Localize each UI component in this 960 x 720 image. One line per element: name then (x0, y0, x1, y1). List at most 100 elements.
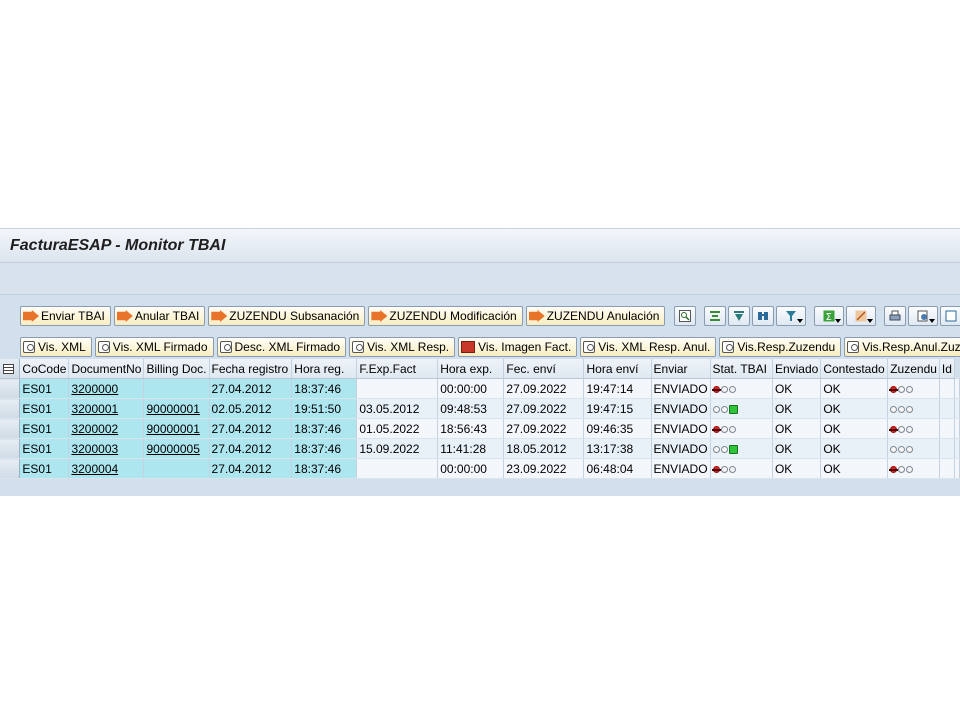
cell-documentno-link[interactable]: 3200003 (71, 442, 118, 456)
col-header-cocode[interactable]: CoCode (19, 359, 70, 379)
vis-xml-button[interactable]: Vis. XML (20, 337, 92, 357)
cell-hora-envi: 06:48:04 (583, 458, 652, 479)
cell-hora-reg: 19:51:50 (291, 398, 358, 419)
desc-xml-firmado-button[interactable]: Desc. XML Firmado (216, 337, 347, 357)
zuzendu-traffic-light-icon (889, 385, 914, 393)
film-icon (461, 341, 476, 353)
vis-xml-firmado-button[interactable]: Vis. XML Firmado (94, 337, 214, 357)
col-header-documentno[interactable]: DocumentNo (68, 359, 145, 379)
cell-billing-doc-link[interactable]: 90000001 (146, 422, 199, 436)
status-traffic-light-icon (711, 465, 736, 473)
layout-select-cell[interactable] (0, 359, 21, 379)
table-row[interactable]: ES01 3200001 90000001 02.05.2012 19:51:50 03.… (0, 398, 960, 419)
cell-billing-doc-link[interactable]: 90000001 (146, 402, 199, 416)
cell-stat-tbai (710, 418, 773, 439)
cell-billing-doc: 90000001 (143, 418, 210, 439)
col-header-hora-envi[interactable]: Hora enví (583, 359, 652, 379)
sum-button[interactable]: Σ (814, 306, 845, 326)
vis-resp-anul-zuze-button[interactable]: Vis.Resp.Anul.Zuze (844, 337, 960, 357)
row-selector[interactable] (0, 378, 21, 399)
table-row[interactable]: ES01 3200002 90000001 27.04.2012 18:37:46 01.… (0, 418, 960, 439)
col-header-hora-exp[interactable]: Hora exp. (437, 359, 505, 379)
button-label: Vis. XML Resp. Anul. (598, 340, 711, 354)
col-header-id[interactable]: Id (939, 359, 956, 379)
subtotal-button[interactable] (846, 306, 877, 326)
button-label: Anular TBAI (134, 309, 200, 323)
cell-documentno: 3200003 (68, 438, 145, 459)
cell-enviado: OK (772, 398, 822, 419)
vis-xml-resp-button[interactable]: Vis. XML Resp. (349, 337, 456, 357)
button-label: Vis. XML Firmado (112, 340, 208, 354)
table-body: ES01 3200000 27.04.2012 18:37:46 00:00:00 27.… (0, 378, 960, 479)
anular-tbai-button[interactable]: Anular TBAI (113, 306, 206, 326)
cell-hora-exp: 11:41:28 (437, 438, 505, 459)
col-header-contestado[interactable]: Contestado (820, 359, 889, 379)
custom-toolbar: Vis. XML Vis. XML Firmado Desc. XML Firm… (20, 337, 960, 359)
zuzendu-anulacion-button[interactable]: ZUZENDU Anulación (525, 306, 666, 326)
cell-documentno-link[interactable]: 3200004 (71, 462, 118, 476)
cell-billing-doc-link[interactable]: 90000005 (146, 442, 199, 456)
cell-hora-exp: 00:00:00 (437, 458, 505, 479)
row-selector[interactable] (0, 398, 21, 419)
col-header-billing-doc[interactable]: Billing Doc. (143, 359, 210, 379)
cell-billing-doc (143, 378, 210, 399)
vis-resp-zuzendu-button[interactable]: Vis.Resp.Zuzendu (719, 337, 842, 357)
cell-hora-reg: 18:37:46 (291, 418, 358, 439)
results-table: CoCode DocumentNo Billing Doc. Fecha reg… (0, 359, 960, 479)
table-row[interactable]: ES01 3200004 27.04.2012 18:37:46 00:00:00 23.… (0, 458, 960, 479)
row-selector[interactable] (0, 438, 21, 459)
col-header-zuzendu[interactable]: Zuzendu (887, 359, 940, 379)
sort-ascending-button[interactable] (704, 306, 727, 326)
cell-contestado: OK (820, 458, 889, 479)
col-header-f-exp-fact[interactable]: F.Exp.Fact (356, 359, 439, 379)
glasses-icon (722, 341, 735, 353)
export-button[interactable] (908, 306, 939, 326)
col-header-enviar[interactable]: Enviar (651, 359, 711, 379)
glasses-icon (352, 341, 365, 353)
col-header-stat-tbai[interactable]: Stat. TBAI (710, 359, 773, 379)
arrow-icon (211, 310, 228, 322)
table-row[interactable]: ES01 3200000 27.04.2012 18:37:46 00:00:00 27.… (0, 378, 960, 399)
enviar-tbai-button[interactable]: Enviar TBAI (20, 306, 111, 326)
table-row[interactable]: ES01 3200003 90000005 27.04.2012 18:37:46 15.… (0, 438, 960, 459)
cell-f-exp-fact: 03.05.2012 (356, 398, 439, 419)
vis-xml-resp-anul-button[interactable]: Vis. XML Resp. Anul. (580, 337, 717, 357)
find-button[interactable] (752, 306, 775, 326)
row-selector[interactable] (0, 458, 21, 479)
button-label: ZUZENDU Anulación (546, 309, 660, 323)
cell-documentno: 3200002 (68, 418, 145, 439)
sort-descending-button[interactable] (728, 306, 751, 326)
zuzendu-modificacion-button[interactable]: ZUZENDU Modificación (368, 306, 523, 326)
cell-stat-tbai (710, 398, 773, 419)
cell-fecha-registro: 27.04.2012 (209, 438, 293, 459)
cell-overflow (954, 398, 960, 419)
col-header-fec-envi[interactable]: Fec. enví (503, 359, 585, 379)
cell-documentno-link[interactable]: 3200002 (71, 422, 118, 436)
zuzendu-subsanacion-button[interactable]: ZUZENDU Subsanación (208, 306, 366, 326)
sap-window: FacturaESAP - Monitor TBAI Enviar TBAI A… (0, 228, 960, 496)
layout-button[interactable] (940, 306, 960, 326)
cell-enviar: ENVIADO (651, 438, 711, 459)
filter-button[interactable] (776, 306, 807, 326)
cell-enviar: ENVIADO (651, 398, 711, 419)
cell-fec-envi: 27.09.2022 (503, 418, 585, 439)
col-header-fecha-registro[interactable]: Fecha registro (209, 359, 293, 379)
cell-documentno-link[interactable]: 3200001 (71, 402, 118, 416)
cell-zuzendu (887, 418, 940, 439)
cell-billing-doc: 90000005 (143, 438, 210, 459)
arrow-icon (371, 310, 388, 322)
cell-cocode: ES01 (19, 378, 70, 399)
cell-cocode: ES01 (19, 438, 70, 459)
col-header-enviado[interactable]: Enviado (772, 359, 822, 379)
cell-stat-tbai (710, 458, 773, 479)
subtotal-icon (855, 310, 867, 322)
cell-documentno-link[interactable]: 3200000 (71, 382, 118, 396)
vis-imagen-fact-button[interactable]: Vis. Imagen Fact. (458, 337, 578, 357)
col-header-hora-reg[interactable]: Hora reg. (291, 359, 358, 379)
sort-ascending-icon (710, 311, 721, 321)
row-selector[interactable] (0, 418, 21, 439)
cell-hora-envi: 19:47:15 (583, 398, 652, 419)
print-button[interactable] (884, 306, 907, 326)
details-button[interactable] (674, 306, 697, 326)
sort-descending-icon (734, 311, 745, 321)
